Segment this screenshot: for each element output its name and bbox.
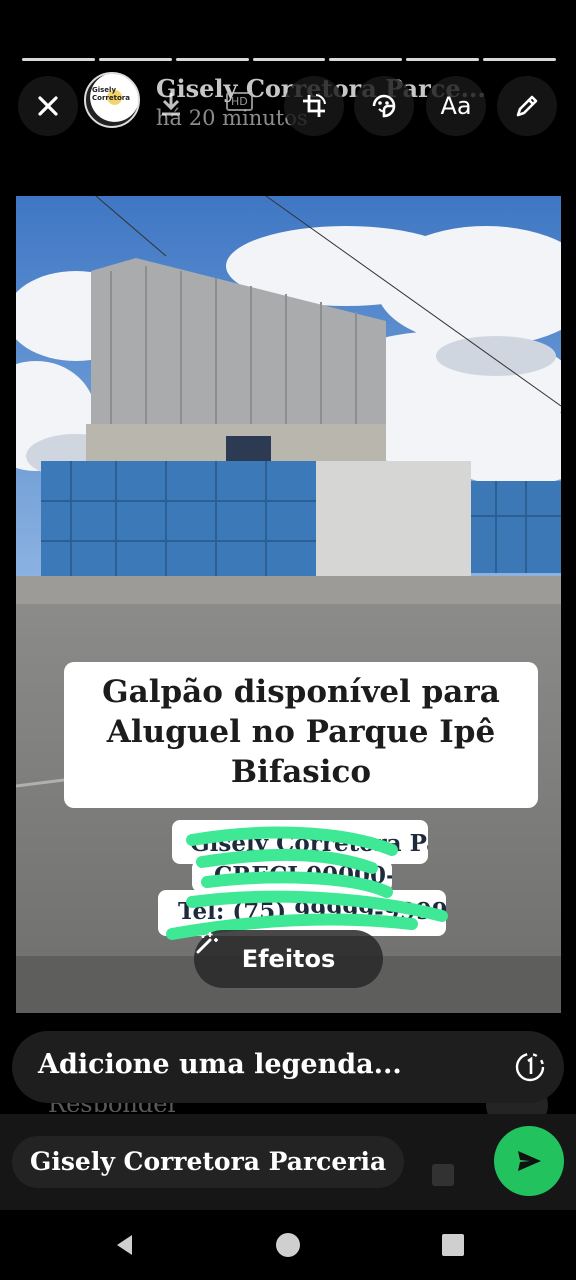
recents-icon[interactable] bbox=[440, 1232, 466, 1258]
story-progress-segments bbox=[22, 58, 557, 61]
crop-rotate-icon bbox=[303, 94, 326, 117]
download-icon bbox=[162, 93, 180, 116]
progress-segment bbox=[98, 58, 172, 61]
story-photo[interactable]: Galpão disponível para Aluguel no Parque… bbox=[16, 196, 561, 1013]
avatar-tag: Gisely Corretora bbox=[92, 86, 130, 102]
listing-title-box: Galpão disponível para Aluguel no Parque… bbox=[64, 662, 538, 808]
send-icon bbox=[518, 1151, 541, 1171]
progress-segment bbox=[329, 58, 403, 61]
draw-button[interactable] bbox=[497, 76, 557, 136]
view-once-icon[interactable] bbox=[514, 1051, 546, 1083]
caption-input[interactable]: Adicione uma legenda... bbox=[12, 1031, 564, 1103]
pencil-icon bbox=[516, 95, 538, 117]
progress-segment bbox=[22, 58, 95, 61]
sticker-button[interactable] bbox=[354, 76, 414, 136]
crop-button[interactable] bbox=[284, 76, 344, 136]
text-tool-label: Aa bbox=[440, 92, 472, 120]
sticker-icon bbox=[372, 94, 396, 118]
back-icon[interactable] bbox=[112, 1232, 138, 1258]
ghost-square bbox=[432, 1164, 454, 1186]
progress-segment bbox=[483, 58, 557, 61]
title-line: Bifasico bbox=[230, 754, 372, 790]
title-line: Aluguel no Parque Ipê bbox=[106, 714, 496, 750]
progress-segment bbox=[175, 58, 249, 61]
avatar[interactable]: Gisely Corretora bbox=[84, 72, 140, 128]
progress-segment bbox=[252, 58, 326, 61]
effects-label: Efeitos bbox=[241, 945, 336, 973]
send-button[interactable] bbox=[494, 1126, 564, 1196]
recipient-bar: Gisely Corretora Parceria bbox=[0, 1114, 576, 1210]
home-icon[interactable] bbox=[275, 1232, 301, 1258]
recipient-chip[interactable]: Gisely Corretora Parceria bbox=[12, 1136, 405, 1188]
caption-placeholder: Adicione uma legenda... bbox=[38, 1049, 402, 1080]
progress-segment bbox=[406, 58, 480, 61]
title-line: Galpão disponível para bbox=[102, 674, 500, 710]
android-nav-bar bbox=[0, 1210, 576, 1280]
hd-icon: HD bbox=[226, 92, 253, 111]
magic-wand-icon bbox=[196, 932, 218, 954]
close-button[interactable] bbox=[18, 76, 78, 136]
effects-button[interactable]: Efeitos bbox=[194, 930, 383, 988]
text-tool-button[interactable]: Aa bbox=[426, 76, 486, 136]
close-icon bbox=[38, 96, 58, 116]
